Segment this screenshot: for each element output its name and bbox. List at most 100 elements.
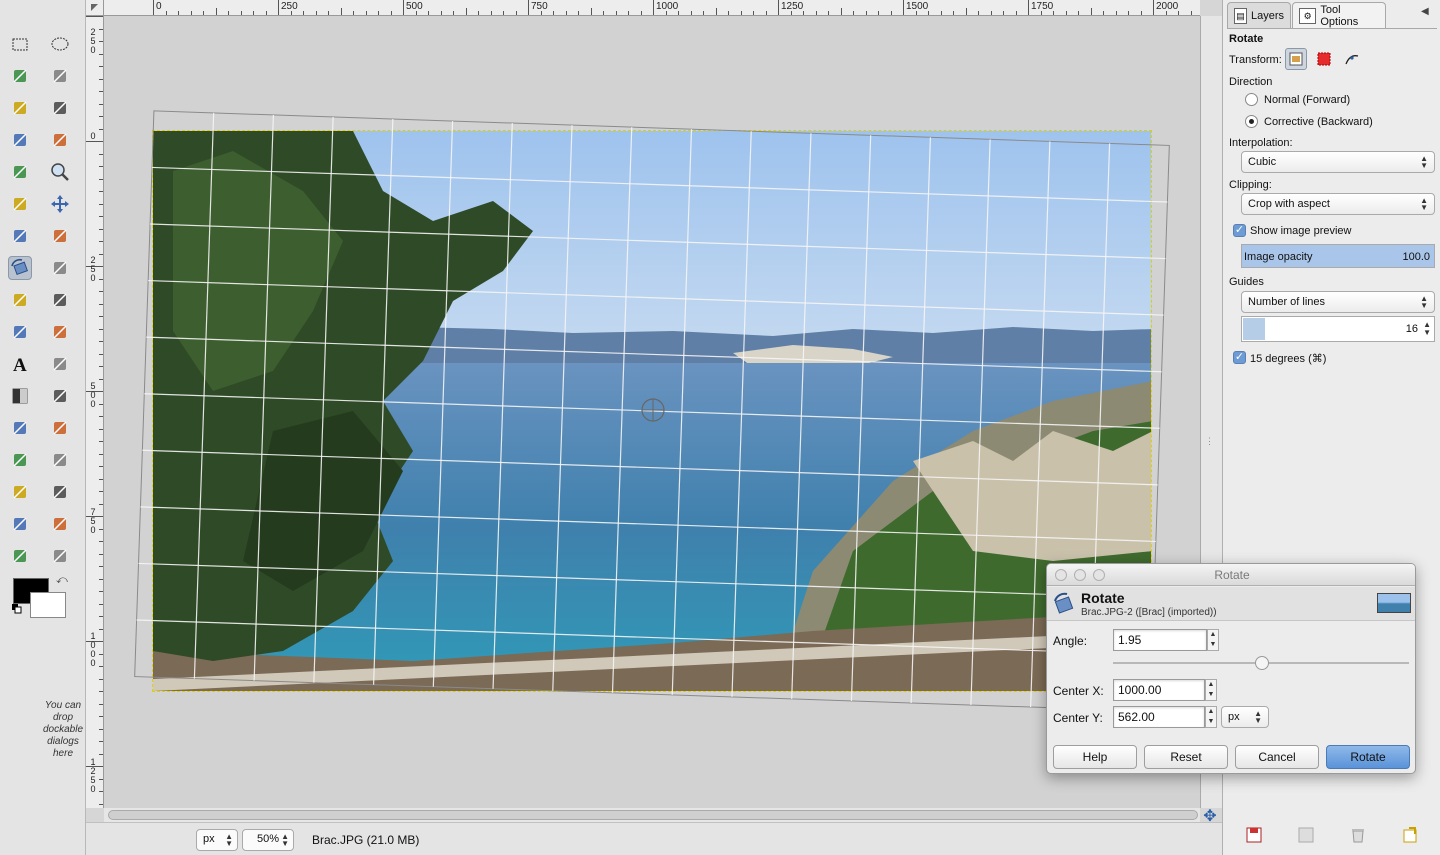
- center-unit-select[interactable]: px ▲ ▼: [1221, 706, 1269, 728]
- tool-crop-icon[interactable]: [48, 224, 72, 248]
- ruler-tick: [99, 678, 103, 680]
- ruler-tick: [99, 503, 103, 505]
- tool-zoom-icon[interactable]: [48, 160, 72, 184]
- ruler-tick: [99, 191, 103, 192]
- direction-corrective-radio[interactable]: [1245, 115, 1258, 128]
- image-opacity-slider[interactable]: Image opacity 100.0: [1241, 244, 1435, 268]
- tool-pencil-icon[interactable]: [48, 384, 72, 408]
- tool-airbrush-icon[interactable]: [8, 448, 32, 472]
- tool-perspective-icon[interactable]: [48, 288, 72, 312]
- save-options-icon[interactable]: [1245, 826, 1263, 844]
- center-x-spinner-icon[interactable]: ▲ ▼: [1205, 679, 1217, 701]
- tool-text-icon[interactable]: A: [8, 352, 32, 376]
- guides-count-spinner[interactable]: 16 ▲ ▼: [1241, 316, 1435, 342]
- tool-scissors-select-icon[interactable]: [48, 96, 72, 120]
- restore-options-icon[interactable]: [1297, 826, 1315, 844]
- rotate-dialog: Rotate Rotate Brac.JPG-2 ([Brac] (import…: [1046, 563, 1416, 774]
- dock-menu-icon[interactable]: ◀: [1421, 6, 1429, 17]
- dialog-header-subtitle: Brac.JPG-2 ([Brac] (imported)): [1081, 607, 1217, 618]
- default-colors-icon[interactable]: [12, 604, 22, 614]
- transform-path-button[interactable]: [1341, 48, 1363, 70]
- cancel-button[interactable]: Cancel: [1235, 745, 1319, 769]
- horizontal-scrollbar-thumb[interactable]: [108, 810, 1198, 820]
- ruler-label: 500: [406, 1, 423, 12]
- tool-foreground-select-icon[interactable]: [8, 128, 32, 152]
- tool-dodge-burn-icon[interactable]: [48, 544, 72, 568]
- ruler-tick: [99, 716, 103, 717]
- center-y-input[interactable]: 562.00: [1113, 706, 1205, 728]
- center-y-spinner-icon[interactable]: ▲ ▼: [1205, 706, 1217, 728]
- delete-options-icon[interactable]: [1349, 826, 1367, 844]
- ruler-tick: [878, 11, 879, 15]
- ruler-tick: [265, 11, 267, 15]
- fifteen-degrees-checkbox[interactable]: ✓: [1233, 351, 1246, 364]
- interpolation-label: Interpolation:: [1229, 137, 1293, 149]
- angle-spinner-icon[interactable]: ▲ ▼: [1207, 629, 1219, 651]
- tool-heal-icon[interactable]: [48, 480, 72, 504]
- ruler-tick: [99, 453, 103, 455]
- tool-free-select-icon[interactable]: [8, 64, 32, 88]
- tool-smudge-icon[interactable]: [8, 544, 32, 568]
- interpolation-value: Cubic: [1248, 156, 1277, 168]
- tool-flip-icon[interactable]: [8, 320, 32, 344]
- horizontal-ruler[interactable]: 0 250 500 750 1000 1250 1500 1750 2000: [104, 0, 1200, 16]
- center-x-input[interactable]: 1000.00: [1113, 679, 1205, 701]
- tool-paths-icon[interactable]: [48, 128, 72, 152]
- unit-select[interactable]: px ▲ ▼: [196, 829, 238, 851]
- tool-rect-select-icon[interactable]: [8, 32, 32, 56]
- ruler-tick: [99, 216, 103, 217]
- unit-select-value: px: [203, 833, 215, 845]
- ruler-corner[interactable]: [86, 0, 104, 16]
- tab-tool-options[interactable]: ⚙ Tool Options: [1292, 2, 1386, 28]
- transform-layer-button[interactable]: [1285, 48, 1307, 70]
- minimize-window-button[interactable]: [1074, 569, 1086, 581]
- tool-rotate-icon[interactable]: [8, 256, 32, 280]
- angle-slider-thumb[interactable]: [1255, 656, 1270, 670]
- spinner-arrows-icon[interactable]: ▲ ▼: [1423, 321, 1431, 337]
- tool-perspective-clone-icon[interactable]: [8, 512, 32, 536]
- tab-layers[interactable]: ▤ Layers: [1227, 2, 1291, 28]
- interpolation-select[interactable]: Cubic ▲ ▼: [1241, 151, 1435, 173]
- ruler-tick: [99, 603, 103, 605]
- direction-normal-radio[interactable]: [1245, 93, 1258, 106]
- tool-scale-icon[interactable]: [48, 256, 72, 280]
- rotate-button[interactable]: Rotate: [1326, 745, 1410, 769]
- tool-clone-icon[interactable]: [8, 480, 32, 504]
- opacity-value: 100.0: [1402, 251, 1430, 263]
- tool-color-picker-icon[interactable]: [8, 160, 32, 184]
- tool-measure-icon[interactable]: [8, 192, 32, 216]
- transform-selection-button[interactable]: [1313, 48, 1335, 70]
- tool-fuzzy-select-icon[interactable]: [48, 64, 72, 88]
- tool-select-by-color-icon[interactable]: [8, 96, 32, 120]
- show-preview-checkbox[interactable]: ✓: [1233, 224, 1246, 237]
- ruler-tick: [86, 16, 103, 17]
- ruler-tick: [515, 11, 517, 15]
- tool-eraser-icon[interactable]: [48, 416, 72, 440]
- rotation-center-handle[interactable]: [640, 397, 666, 423]
- background-color-swatch[interactable]: [30, 592, 66, 618]
- tool-cage-transform-icon[interactable]: [48, 320, 72, 344]
- tool-shear-icon[interactable]: [8, 288, 32, 312]
- image-canvas[interactable]: [104, 16, 1200, 808]
- zoom-select[interactable]: 50% ▲ ▼: [242, 829, 294, 851]
- tool-bucket-fill-icon[interactable]: [48, 352, 72, 376]
- tool-ink-icon[interactable]: [48, 448, 72, 472]
- reset-options-icon[interactable]: [1401, 826, 1419, 844]
- tool-blend-icon[interactable]: [8, 384, 32, 408]
- tool-move-icon[interactable]: [48, 192, 72, 216]
- swap-colors-icon[interactable]: ⤺: [56, 574, 68, 586]
- ruler-tick: [99, 353, 103, 355]
- zoom-window-button[interactable]: [1093, 569, 1105, 581]
- angle-input[interactable]: 1.95: [1113, 629, 1207, 651]
- tool-ellipse-select-icon[interactable]: [48, 32, 72, 56]
- tool-align-icon[interactable]: [8, 224, 32, 248]
- close-window-button[interactable]: [1055, 569, 1067, 581]
- vertical-ruler[interactable]: 250 0 250 500 750 1000 1250: [86, 16, 104, 808]
- tool-paintbrush-icon[interactable]: [8, 416, 32, 440]
- reset-button[interactable]: Reset: [1144, 745, 1228, 769]
- clipping-select[interactable]: Crop with aspect ▲ ▼: [1241, 193, 1435, 215]
- guides-select[interactable]: Number of lines ▲ ▼: [1241, 291, 1435, 313]
- help-button[interactable]: Help: [1053, 745, 1137, 769]
- ruler-tick: [99, 328, 103, 330]
- tool-blur-icon[interactable]: [48, 512, 72, 536]
